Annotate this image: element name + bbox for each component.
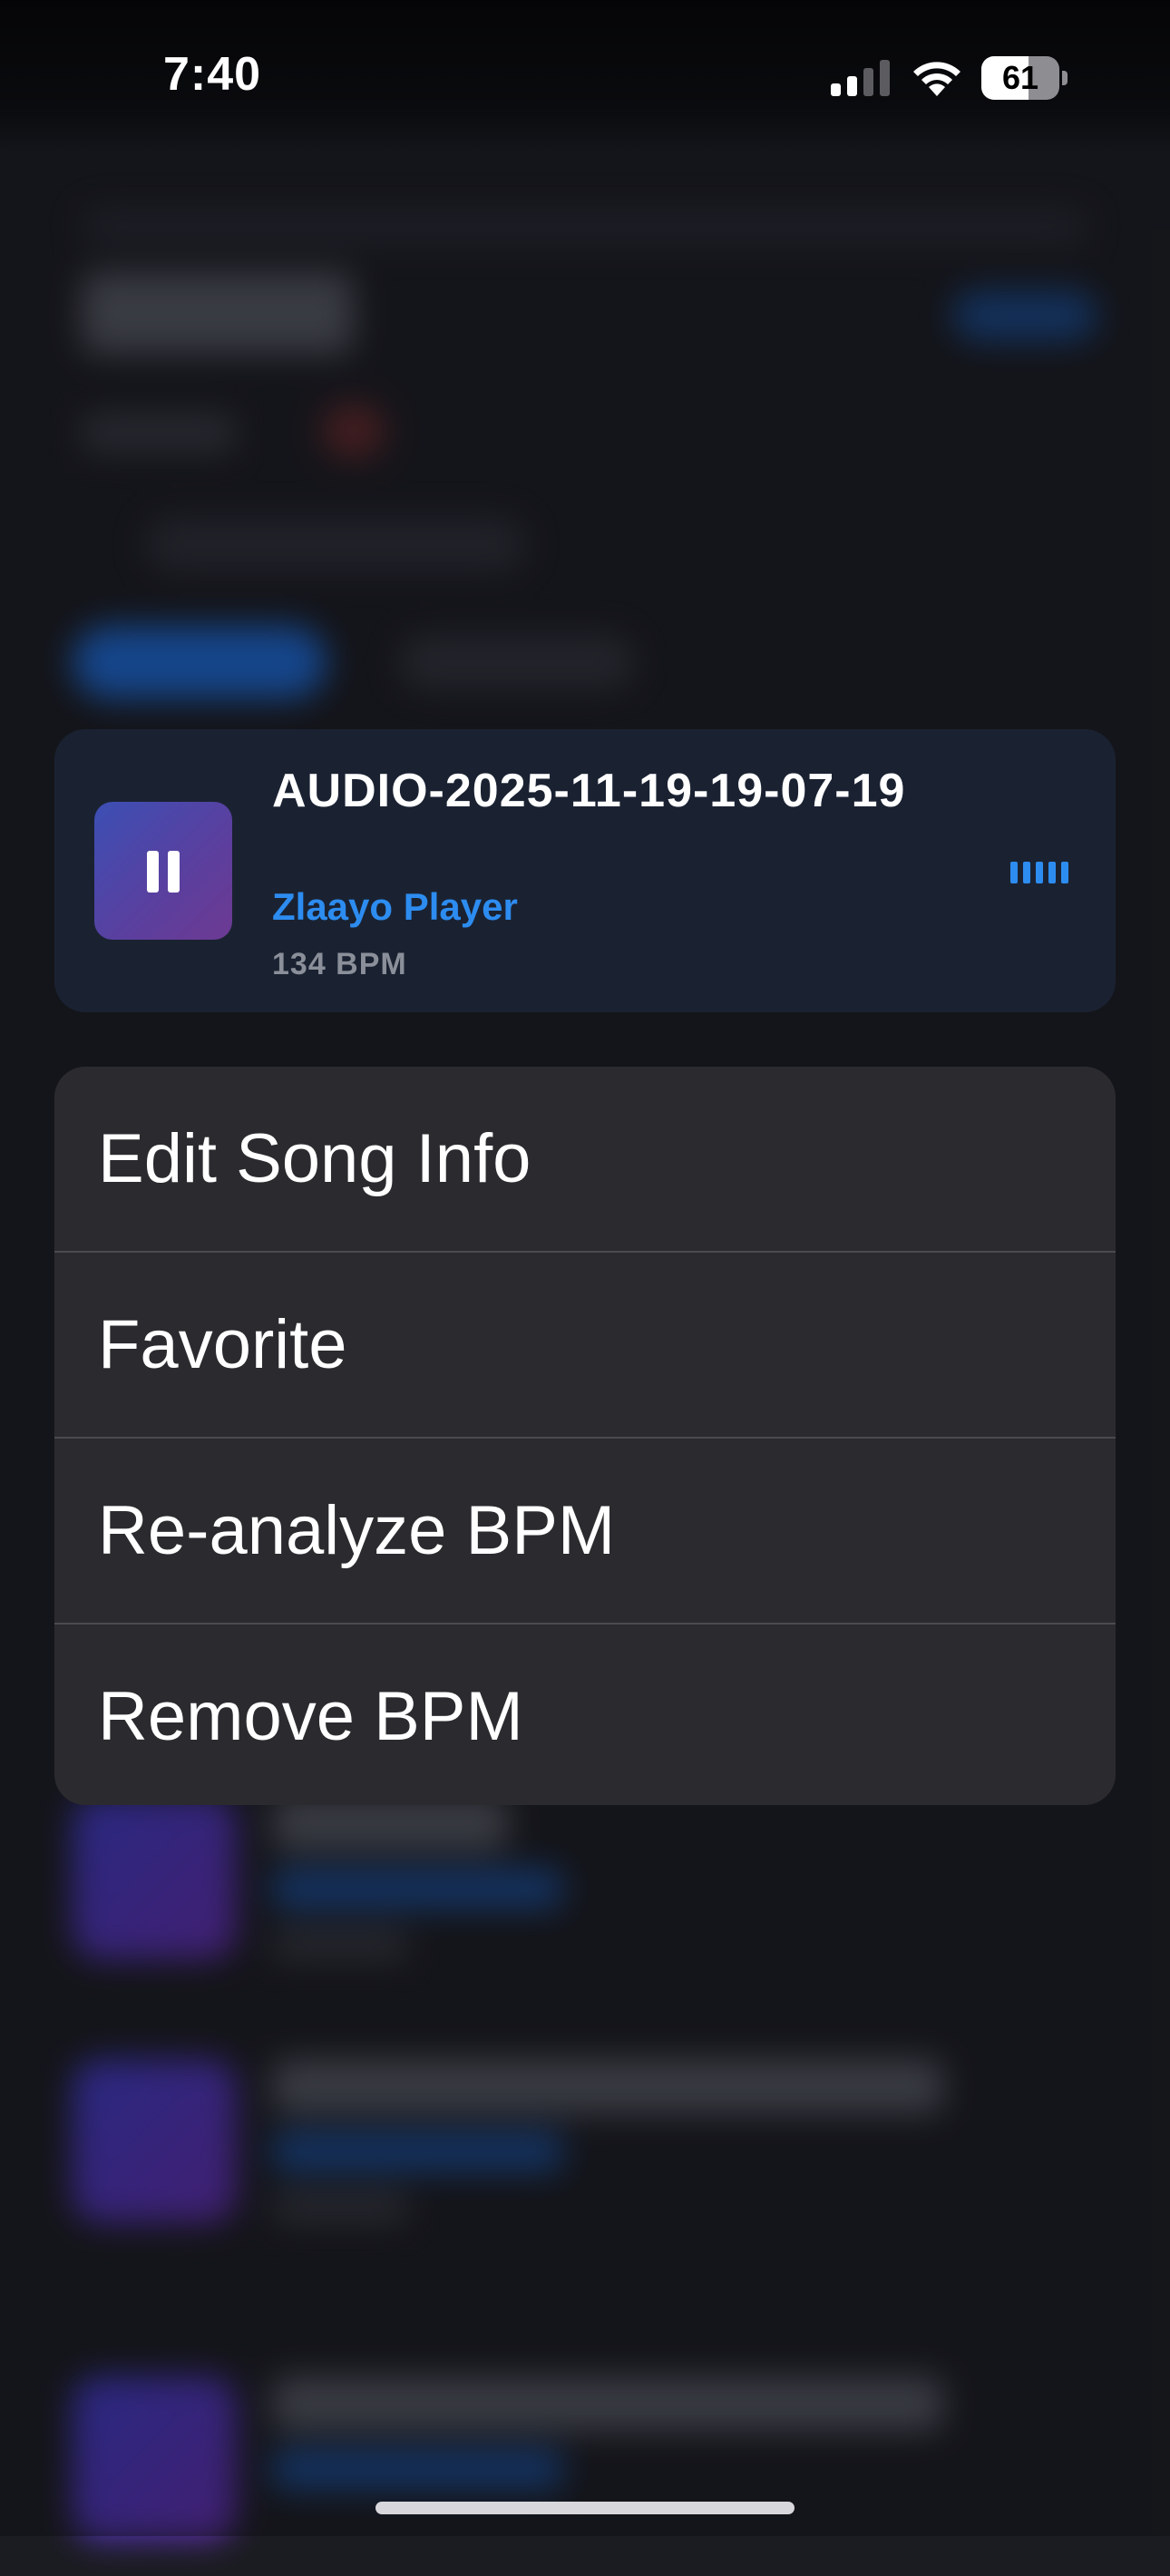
signal-icon <box>831 60 890 96</box>
menu-item-label: Edit Song Info <box>98 1120 531 1197</box>
song-artwork[interactable] <box>94 802 232 940</box>
menu-item-favorite[interactable]: Favorite <box>54 1253 1116 1437</box>
menu-item-reanalyze-bpm[interactable]: Re-analyze BPM <box>54 1439 1116 1623</box>
song-title: AUDIO-2025-11-19-19-07-19 <box>272 765 906 817</box>
battery-icon: 61 <box>981 56 1068 100</box>
status-bar: 7:40 61 <box>0 0 1170 154</box>
battery-level: 61 <box>1001 59 1039 96</box>
battery-body: 61 <box>981 56 1059 100</box>
status-time: 7:40 <box>163 48 262 101</box>
menu-item-label: Remove BPM <box>98 1678 523 1755</box>
menu-item-label: Re-analyze BPM <box>98 1492 616 1569</box>
context-menu: Edit Song Info Favorite Re-analyze BPM R… <box>54 1067 1116 1805</box>
menu-item-label: Favorite <box>98 1306 347 1383</box>
battery-tip <box>1062 71 1068 85</box>
wifi-icon <box>913 62 960 96</box>
equalizer-icon <box>1010 862 1068 883</box>
pause-icon <box>145 851 181 893</box>
menu-item-edit-song-info[interactable]: Edit Song Info <box>54 1067 1116 1251</box>
song-artist: Zlaayo Player <box>272 885 518 928</box>
menu-item-remove-bpm[interactable]: Remove BPM <box>54 1625 1116 1805</box>
home-indicator[interactable] <box>375 2502 795 2514</box>
song-card[interactable]: AUDIO-2025-11-19-19-07-19 Zlaayo Player … <box>54 729 1116 1012</box>
song-bpm: 134 BPM <box>272 947 407 981</box>
